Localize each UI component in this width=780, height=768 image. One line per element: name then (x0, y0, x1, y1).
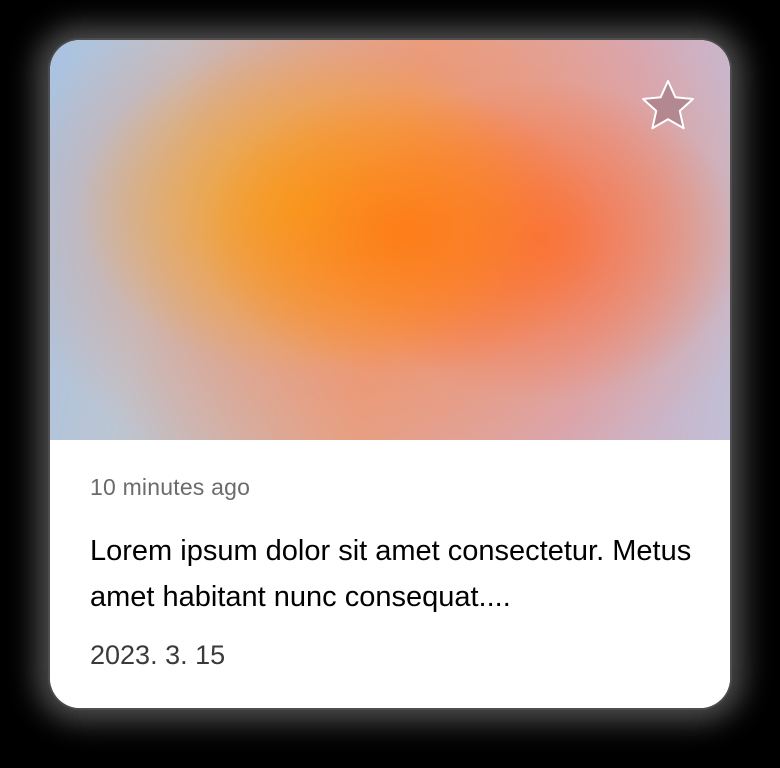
headline-text[interactable]: Lorem ipsum dolor sit amet consectetur. … (90, 528, 700, 620)
star-outline-icon (642, 80, 694, 130)
date-label: 2023. 3. 15 (90, 640, 226, 670)
stage: 10 minutes ago Lorem ipsum dolor sit ame… (0, 0, 780, 768)
time-ago-label: 10 minutes ago (90, 474, 251, 500)
favorite-button[interactable] (636, 75, 700, 139)
news-card[interactable]: 10 minutes ago Lorem ipsum dolor sit ame… (50, 40, 730, 708)
card-image (50, 40, 730, 440)
card-body: 10 minutes ago Lorem ipsum dolor sit ame… (50, 440, 730, 708)
